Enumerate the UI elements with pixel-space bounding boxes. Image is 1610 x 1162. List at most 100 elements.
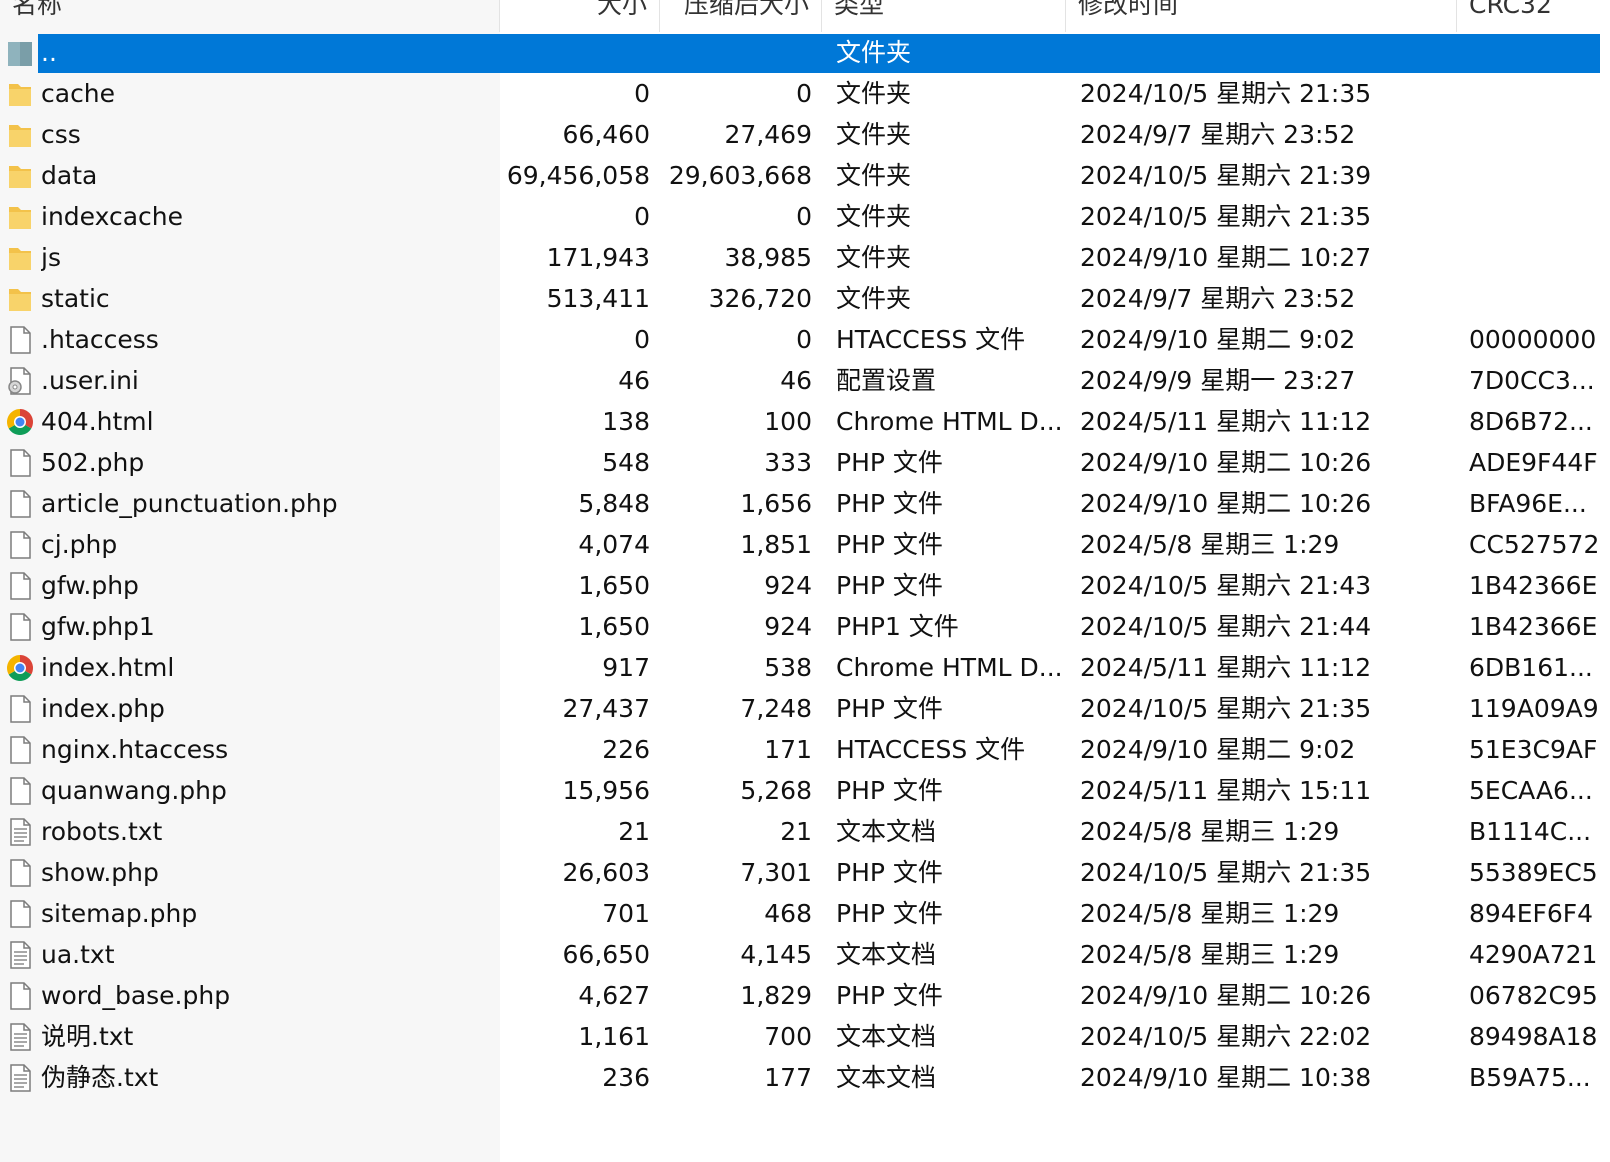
file-type: 文件夹 [836, 284, 912, 313]
file-row[interactable]: gfw.php1 1,650 924 PHP1 文件 2024/10/5 星期六 21:… [0, 606, 1610, 647]
file-row[interactable]: robots.txt 21 21 文本文档 2024/5/8 星期三 1:29 B1114… [0, 811, 1610, 852]
file-name: static [41, 284, 110, 313]
crc32-value: 06782C95 [1469, 981, 1598, 1010]
file-type: 文本文档 [836, 1063, 937, 1092]
file-row[interactable]: indexcache 0 0 文件夹 2024/10/5 星期六 21:35 [0, 196, 1610, 237]
file-row[interactable]: 说明.txt 1,161 700 文本文档 2024/10/5 星期六 22:02 894… [0, 1016, 1610, 1057]
column-header-type[interactable]: 类型 [822, 0, 1066, 32]
file-type: 文件夹 [836, 243, 912, 272]
file-type: Chrome HTML D... [836, 653, 1063, 682]
file-size: 1,161 [578, 1022, 650, 1051]
file-type: PHP 文件 [836, 899, 943, 928]
file-name: index.html [41, 653, 175, 682]
crc32-value: 55389EC5 [1469, 858, 1598, 887]
compressed-size: 924 [764, 612, 812, 641]
file-name: robots.txt [41, 817, 163, 846]
compressed-size [660, 32, 812, 73]
file-size: 46 [618, 366, 650, 395]
file-row[interactable]: static 513,411 326,720 文件夹 2024/9/7 星期六 23:5… [0, 278, 1610, 319]
parent-directory-row[interactable]: .. 文件夹 [0, 32, 1610, 73]
crc32-value [1469, 155, 1609, 196]
file-name: 伪静态.txt [41, 1063, 159, 1092]
column-header-name[interactable]: 名称 [0, 0, 500, 32]
compressed-size: 0 [796, 325, 812, 354]
column-header-crc32[interactable]: CRC32 [1457, 0, 1610, 32]
file-row[interactable]: word_base.php 4,627 1,829 PHP 文件 2024/9/10 星… [0, 975, 1610, 1016]
file-row[interactable]: js 171,943 38,985 文件夹 2024/9/10 星期二 10:27 [0, 237, 1610, 278]
file-icon [6, 694, 34, 724]
file-name: cj.php [41, 530, 118, 559]
crc32-value [1469, 114, 1609, 155]
chrome-icon [6, 653, 34, 683]
file-type: PHP 文件 [836, 981, 943, 1010]
crc32-value: 4290A721 [1469, 940, 1598, 969]
crc32-value: 7D0CC3... [1469, 366, 1595, 395]
compressed-size: 326,720 [708, 284, 812, 313]
modified-time: 2024/10/5 星期六 21:43 [1080, 571, 1372, 600]
file-row[interactable]: article_punctuation.php 5,848 1,656 PHP 文件 2… [0, 483, 1610, 524]
file-name: gfw.php1 [41, 612, 155, 641]
file-row[interactable]: sitemap.php 701 468 PHP 文件 2024/5/8 星期三 1:29… [0, 893, 1610, 934]
file-size: 0 [634, 79, 650, 108]
file-row[interactable]: .user.ini 46 46 配置设置 2024/9/9 星期一 23:27 7D0CC… [0, 360, 1610, 401]
compressed-size: 924 [764, 571, 812, 600]
file-name: js [41, 243, 61, 272]
compressed-size: 29,603,668 [668, 161, 812, 190]
file-type: PHP 文件 [836, 489, 943, 518]
file-row[interactable]: .htaccess 0 0 HTACCESS 文件 2024/9/10 星期二 9:02… [0, 319, 1610, 360]
file-row[interactable]: data 69,456,058 29,603,668 文件夹 2024/10/5 星期六… [0, 155, 1610, 196]
file-row[interactable]: cj.php 4,074 1,851 PHP 文件 2024/5/8 星期三 1:29 C… [0, 524, 1610, 565]
file-row[interactable]: show.php 26,603 7,301 PHP 文件 2024/10/5 星期六 2… [0, 852, 1610, 893]
modified-time: 2024/10/5 星期六 21:35 [1080, 79, 1372, 108]
compressed-size: 27,469 [724, 120, 812, 149]
file-name: word_base.php [41, 981, 231, 1010]
file-row[interactable]: 伪静态.txt 236 177 文本文档 2024/9/10 星期二 10:38 B59A… [0, 1057, 1610, 1098]
folder-icon [6, 243, 34, 273]
file-row[interactable]: ua.txt 66,650 4,145 文本文档 2024/5/8 星期三 1:29 42… [0, 934, 1610, 975]
crc32-value: ADE9F44F [1469, 448, 1598, 477]
file-type: HTACCESS 文件 [836, 735, 1026, 764]
file-size: 0 [634, 202, 650, 231]
file-row[interactable]: gfw.php 1,650 924 PHP 文件 2024/10/5 星期六 21:43… [0, 565, 1610, 606]
file-name: index.php [41, 694, 165, 723]
file-type: PHP 文件 [836, 448, 943, 477]
file-size: 1,650 [578, 612, 650, 641]
compressed-size: 5,268 [740, 776, 812, 805]
file-type: 文件夹 [836, 202, 912, 231]
file-row[interactable]: 502.php 548 333 PHP 文件 2024/9/10 星期二 10:26 AD… [0, 442, 1610, 483]
modified-time: 2024/5/11 星期六 11:12 [1080, 407, 1372, 436]
file-size: 513,411 [546, 284, 650, 313]
file-type: PHP 文件 [836, 694, 943, 723]
column-header-compressed-size[interactable]: 压缩后大小 [660, 0, 822, 32]
crc32-value [1469, 278, 1609, 319]
file-size: 5,848 [578, 489, 650, 518]
column-header-modified[interactable]: 修改时间 [1066, 0, 1457, 32]
column-header-size[interactable]: 大小 [500, 0, 660, 32]
compressed-size: 171 [764, 735, 812, 764]
file-icon [6, 981, 34, 1011]
crc32-value [1469, 32, 1609, 73]
modified-time: 2024/10/5 星期六 21:35 [1080, 694, 1372, 723]
crc32-value: 119A09A9 [1469, 694, 1599, 723]
compressed-size: 538 [764, 653, 812, 682]
folder-icon [6, 161, 34, 191]
file-size: 66,460 [562, 120, 650, 149]
file-row[interactable]: nginx.htaccess 226 171 HTACCESS 文件 2024/9/10… [0, 729, 1610, 770]
file-row[interactable]: quanwang.php 15,956 5,268 PHP 文件 2024/5/11 星… [0, 770, 1610, 811]
file-icon [6, 571, 34, 601]
file-row[interactable]: css 66,460 27,469 文件夹 2024/9/7 星期六 23:52 [0, 114, 1610, 155]
modified-time: 2024/5/8 星期三 1:29 [1080, 899, 1340, 928]
text-file-icon [6, 1022, 34, 1052]
modified-time: 2024/9/10 星期二 10:26 [1080, 489, 1372, 518]
file-type: 文本文档 [836, 817, 937, 846]
file-row[interactable]: index.php 27,437 7,248 PHP 文件 2024/10/5 星期六 … [0, 688, 1610, 729]
folder-icon [6, 79, 34, 109]
file-row[interactable]: 404.html 138 100 Chrome HTML D... 2024/5/11 … [0, 401, 1610, 442]
file-size: 66,650 [562, 940, 650, 969]
text-file-icon [6, 817, 34, 847]
file-type: Chrome HTML D... [836, 407, 1063, 436]
folder-icon [6, 202, 34, 232]
file-name: show.php [41, 858, 159, 887]
file-row[interactable]: index.html 917 538 Chrome HTML D... 2024/5/1… [0, 647, 1610, 688]
file-row[interactable]: cache 0 0 文件夹 2024/10/5 星期六 21:35 [0, 73, 1610, 114]
